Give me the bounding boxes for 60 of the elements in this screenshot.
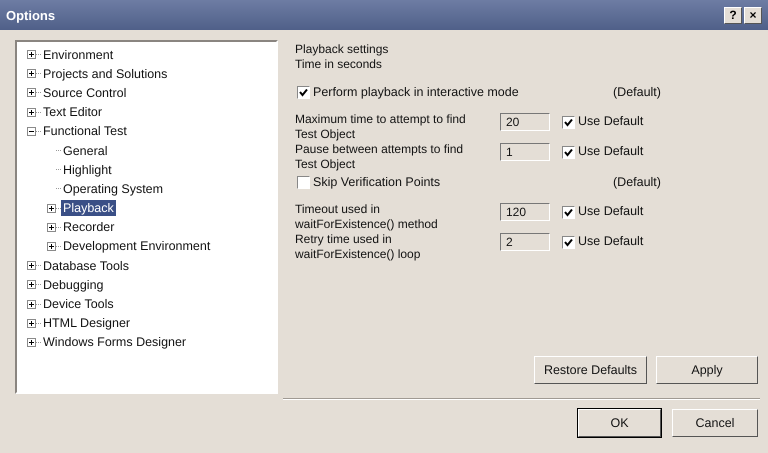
section-heading: Playback settings [294, 42, 390, 57]
tree-item[interactable]: Recorder [61, 219, 116, 236]
checkbox[interactable] [297, 176, 310, 188]
tree-item[interactable]: Windows Forms Designer [41, 334, 188, 350]
expander-icon[interactable] [27, 69, 36, 78]
expander-icon[interactable] [27, 50, 36, 60]
ok-button[interactable]: OK [578, 409, 661, 437]
expander-icon[interactable] [27, 126, 36, 136]
checkbox[interactable] [562, 236, 575, 249]
expander-icon[interactable] [47, 242, 56, 251]
tree-item[interactable]: Source Control [41, 84, 128, 101]
tree-item[interactable]: Device Tools [41, 296, 116, 312]
checkbox-label: Use Default [578, 234, 644, 248]
tree-item[interactable]: HTML Designer [41, 315, 132, 332]
field-label: Maximum time to attempt to find Test Object [295, 112, 467, 142]
expander-icon[interactable] [27, 300, 36, 309]
tree-item[interactable]: Database Tools [41, 258, 131, 274]
tree-item[interactable]: Projects and Solutions [41, 66, 170, 82]
checkbox[interactable] [562, 206, 575, 219]
checkbox[interactable] [297, 86, 310, 98]
input-field[interactable]: 2 [500, 233, 550, 251]
checkbox[interactable] [562, 146, 575, 159]
field-label: Timeout used in waitForExistence() method [295, 202, 439, 232]
tree-item[interactable]: Functional Test [41, 123, 129, 140]
tree-item[interactable]: Text Editor [41, 104, 104, 120]
apply-button[interactable]: Apply [656, 356, 758, 384]
expander-icon[interactable] [47, 204, 56, 213]
tree-item[interactable]: Development Environment [61, 238, 212, 254]
expander-icon[interactable] [27, 318, 36, 328]
input-field[interactable]: 120 [500, 203, 550, 221]
checkbox-label: Use Default [578, 144, 644, 158]
expander-icon[interactable] [27, 261, 36, 270]
expander-icon[interactable] [47, 222, 56, 232]
default-note: (Default) [613, 85, 661, 99]
cancel-button[interactable]: Cancel [672, 409, 758, 437]
checkbox-label: Use Default [578, 204, 644, 218]
checkbox-label: Skip Verification Points [313, 175, 442, 189]
section-subheading: Time in seconds [294, 57, 383, 72]
default-note: (Default) [613, 175, 661, 189]
checkbox[interactable] [562, 116, 575, 129]
tree-item[interactable]: Playback [61, 200, 116, 216]
checkbox-label: Use Default [578, 114, 644, 128]
help-button[interactable]: ? [724, 6, 742, 24]
input-field[interactable]: 20 [500, 113, 550, 131]
restore-defaults-button[interactable]: Restore Defaults [534, 356, 647, 384]
tree-item[interactable]: Highlight [61, 162, 114, 178]
field-label: Pause between attempts to find Test Object [295, 142, 464, 172]
checkbox-label: Perform playback in interactive mode [313, 85, 520, 99]
field-label: Retry time used in waitForExistence() loop [295, 232, 422, 262]
expander-icon[interactable] [27, 88, 36, 98]
tree-item[interactable]: Operating System [61, 180, 166, 197]
tree-item[interactable]: General [61, 142, 110, 159]
tree-item[interactable]: Debugging [41, 276, 106, 293]
tree-item[interactable]: Environment [41, 46, 116, 63]
expander-icon[interactable] [27, 280, 36, 290]
expander-icon[interactable] [27, 108, 36, 117]
close-button[interactable]: × [744, 6, 762, 24]
input-field[interactable]: 1 [500, 143, 550, 161]
window-title: Options [6, 8, 56, 22]
expander-icon[interactable] [27, 338, 36, 347]
